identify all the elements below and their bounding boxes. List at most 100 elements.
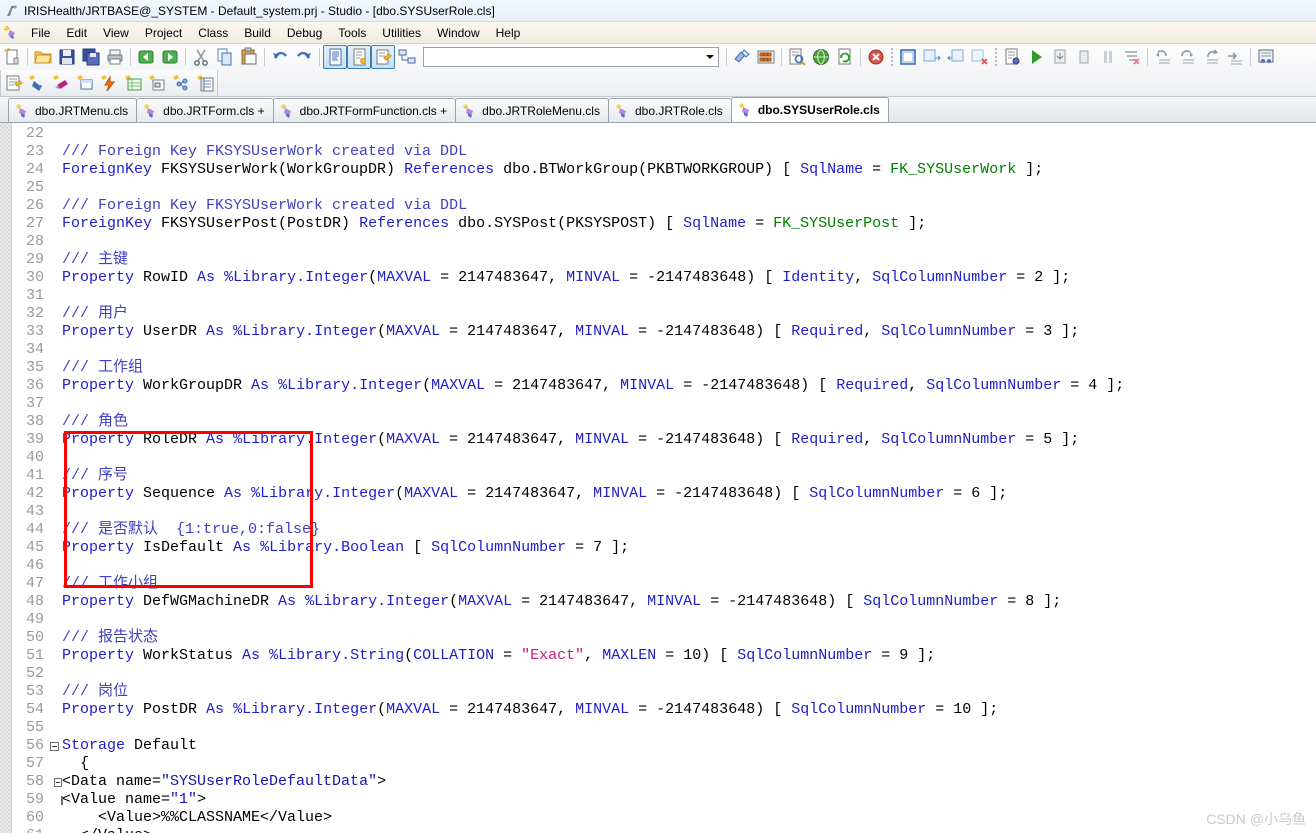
code-line[interactable]: 26 /// Foreign Key FKSYSUserWork created … <box>0 197 1316 215</box>
code-line[interactable]: 32 /// 用户 <box>0 305 1316 323</box>
toolbar-grip-separator[interactable] <box>890 47 894 67</box>
new-parameter-icon[interactable] <box>73 71 97 95</box>
code-line[interactable]: 34 <box>0 341 1316 359</box>
new-xdata-icon[interactable] <box>169 71 193 95</box>
breakpoint-add-icon[interactable] <box>920 45 944 69</box>
document-tab-dbo.JRTRoleMenu.cls[interactable]: dbo.JRTRoleMenu.cls <box>455 98 609 122</box>
fold-toggle-icon[interactable] <box>46 741 62 751</box>
step-out-icon[interactable] <box>1199 45 1223 69</box>
new-storage-icon[interactable] <box>193 71 217 95</box>
step-over-icon[interactable] <box>1151 45 1175 69</box>
code-line[interactable]: 48 Property DefWGMachineDR As %Library.In… <box>0 593 1316 611</box>
menu-item-debug[interactable]: Debug <box>279 23 330 43</box>
toolbar-search-combo[interactable] <box>423 47 719 67</box>
code-line[interactable]: 54 Property PostDR As %Library.Integer(MA… <box>0 701 1316 719</box>
code-line[interactable]: 57 { <box>0 755 1316 773</box>
code-line[interactable]: 30 Property RowID As %Library.Integer(MAX… <box>0 269 1316 287</box>
new-window-icon[interactable] <box>896 45 920 69</box>
menu-item-window[interactable]: Window <box>429 23 488 43</box>
code-line[interactable]: 37 <box>0 395 1316 413</box>
code-line[interactable]: 61 </Value> <box>0 827 1316 833</box>
code-line[interactable]: 46 <box>0 557 1316 575</box>
view-inspector-icon[interactable] <box>371 45 395 69</box>
breakpoint-toggle-icon[interactable] <box>944 45 968 69</box>
code-line[interactable]: 43 <box>0 503 1316 521</box>
view-class-icon[interactable] <box>347 45 371 69</box>
copy-icon[interactable] <box>213 45 237 69</box>
pause-icon[interactable] <box>1096 45 1120 69</box>
redo-icon[interactable] <box>292 45 316 69</box>
code-line[interactable]: 41 /// 序号 <box>0 467 1316 485</box>
open-folder-icon[interactable] <box>31 45 55 69</box>
code-line[interactable]: 38 /// 角色 <box>0 413 1316 431</box>
cut-scissors-icon[interactable] <box>189 45 213 69</box>
save-icon[interactable] <box>55 45 79 69</box>
document-tab-dbo.JRTForm.cls[interactable]: dbo.JRTForm.cls + <box>136 98 274 122</box>
code-line[interactable]: 51 Property WorkStatus As %Library.String… <box>0 647 1316 665</box>
code-line[interactable]: 25 <box>0 179 1316 197</box>
code-line[interactable]: 47 /// 工作小组 <box>0 575 1316 593</box>
code-line[interactable]: 50 /// 报告状态 <box>0 629 1316 647</box>
save-all-icon[interactable] <box>79 45 103 69</box>
code-line[interactable]: 29 /// 主键 <box>0 251 1316 269</box>
code-line[interactable]: 44 /// 是否默认 {1:true,0:false} <box>0 521 1316 539</box>
chevron-down-icon[interactable] <box>702 48 718 66</box>
web-globe-icon[interactable] <box>809 45 833 69</box>
code-line[interactable]: 56 Storage Default <box>0 737 1316 755</box>
code-line[interactable]: 60 <Value>%%CLASSNAME</Value> <box>0 809 1316 827</box>
run-to-cursor-icon[interactable] <box>1223 45 1247 69</box>
menu-item-project[interactable]: Project <box>137 23 190 43</box>
code-line[interactable]: 31 <box>0 287 1316 305</box>
code-line[interactable]: 24 ForeignKey FKSYSUserWork(WorkGroupDR) … <box>0 161 1316 179</box>
code-editor[interactable]: 22 23 /// Foreign Key FKSYSUserWork create… <box>0 123 1316 833</box>
document-tab-dbo.JRTFormFunction.cls[interactable]: dbo.JRTFormFunction.cls + <box>272 98 457 122</box>
run-play-icon[interactable] <box>1024 45 1048 69</box>
code-line[interactable]: 59 <Value name="1"> <box>0 791 1316 809</box>
compile-all-icon[interactable] <box>754 45 778 69</box>
breakpoint-clear-icon[interactable] <box>968 45 992 69</box>
code-line[interactable]: 45 Property IsDefault As %Library.Boolean… <box>0 539 1316 557</box>
paste-icon[interactable] <box>237 45 261 69</box>
fold-toggle-icon[interactable] <box>46 795 63 805</box>
new-method-icon[interactable] <box>49 71 73 95</box>
new-index-icon[interactable] <box>121 71 145 95</box>
debug-target-icon[interactable] <box>1000 45 1024 69</box>
menu-item-utilities[interactable]: Utilities <box>374 23 429 43</box>
code-line[interactable]: 27 ForeignKey FKSYSUserPost(PostDR) Refer… <box>0 215 1316 233</box>
fold-toggle-icon[interactable] <box>46 777 62 787</box>
code-line[interactable]: 39 Property RoleDR As %Library.Integer(MA… <box>0 431 1316 449</box>
watch-window-icon[interactable] <box>1254 45 1278 69</box>
step-into-icon[interactable] <box>1048 45 1072 69</box>
back-arrow-icon[interactable] <box>134 45 158 69</box>
menu-item-help[interactable]: Help <box>488 23 529 43</box>
menu-item-class[interactable]: Class <box>190 23 236 43</box>
new-projection-icon[interactable] <box>145 71 169 95</box>
code-line[interactable]: 36 Property WorkGroupDR As %Library.Integ… <box>0 377 1316 395</box>
code-line[interactable]: 23 /// Foreign Key FKSYSUserWork created … <box>0 143 1316 161</box>
code-line[interactable]: 28 <box>0 233 1316 251</box>
stop-square-icon[interactable] <box>1072 45 1096 69</box>
code-line[interactable]: 42 Property Sequence As %Library.Integer(… <box>0 485 1316 503</box>
code-line[interactable]: 35 /// 工作组 <box>0 359 1316 377</box>
menu-item-file[interactable]: File <box>23 23 58 43</box>
view-hierarchy-icon[interactable] <box>395 45 419 69</box>
code-line[interactable]: 49 <box>0 611 1316 629</box>
forward-arrow-icon[interactable] <box>158 45 182 69</box>
menu-item-edit[interactable]: Edit <box>58 23 95 43</box>
toolbar-grip-separator[interactable] <box>994 47 998 67</box>
new-document-icon[interactable] <box>0 45 24 69</box>
find-in-files-icon[interactable] <box>785 45 809 69</box>
view-source-icon[interactable] <box>323 45 347 69</box>
code-line[interactable]: 40 <box>0 449 1316 467</box>
menu-item-tools[interactable]: Tools <box>330 23 374 43</box>
code-line[interactable]: 52 <box>0 665 1316 683</box>
code-line[interactable]: 58 <Data name="SYSUserRoleDefaultData"> <box>0 773 1316 791</box>
new-property-icon[interactable] <box>25 71 49 95</box>
code-line[interactable]: 33 Property UserDR As %Library.Integer(MA… <box>0 323 1316 341</box>
code-lines[interactable]: 22 23 /// Foreign Key FKSYSUserWork create… <box>0 123 1316 833</box>
code-line[interactable]: 22 <box>0 125 1316 143</box>
code-line[interactable]: 55 <box>0 719 1316 737</box>
new-class-wizard-icon[interactable] <box>1 71 25 95</box>
step-in-icon[interactable] <box>1175 45 1199 69</box>
clear-all-breakpoints-icon[interactable] <box>1120 45 1144 69</box>
